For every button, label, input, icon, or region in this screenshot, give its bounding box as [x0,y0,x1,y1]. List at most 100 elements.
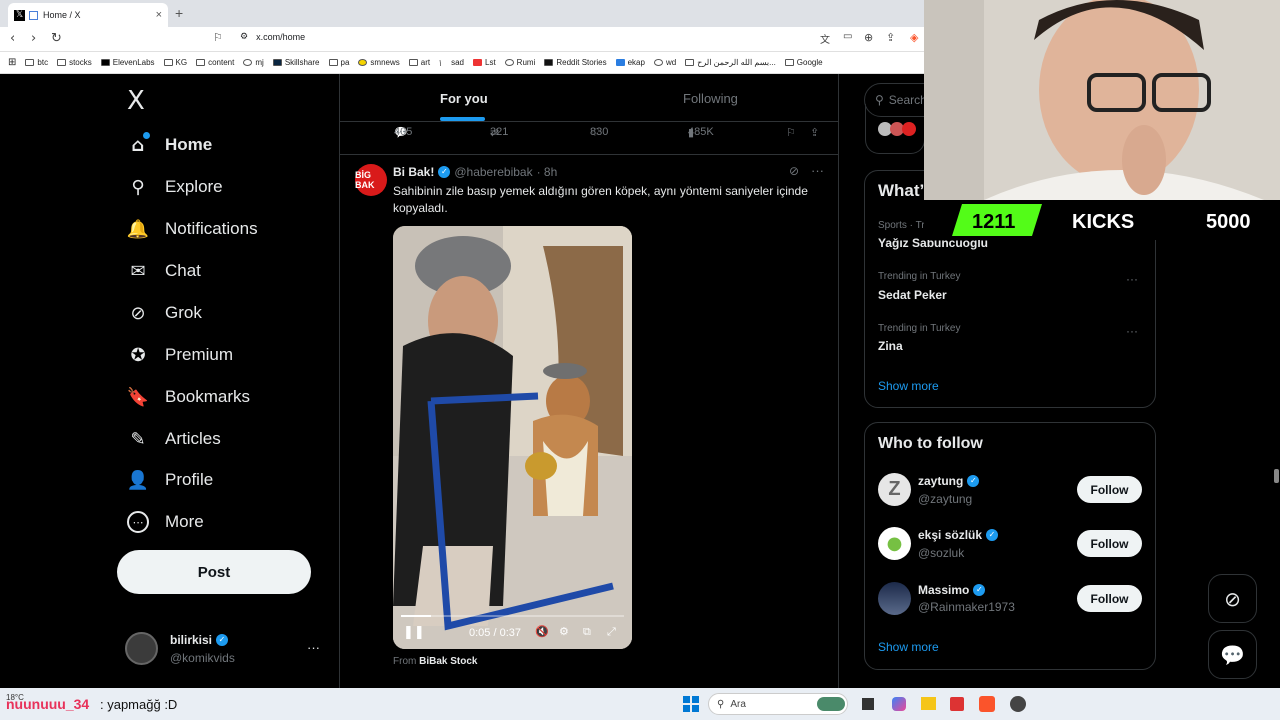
tweet-author-name[interactable]: Bi Bak! [393,165,434,179]
bookmark-item[interactable]: Reddit Stories [544,58,607,67]
translate-icon[interactable]: 文 [820,31,830,46]
bookmark-item[interactable]: content [196,58,234,67]
bookmark-item[interactable]: Skillshare [272,58,320,67]
nav-more[interactable]: ⋯ More [127,511,204,533]
taskbar-search-input[interactable]: ⚲ Ara [708,693,848,715]
reload-icon[interactable]: ↻ [51,31,62,46]
follow-suggestion-handle: @zaytung [918,492,973,506]
avatar[interactable] [878,582,911,615]
nav-bookmarks[interactable]: 🔖 Bookmarks [127,386,250,408]
avatar[interactable]: ● [878,527,911,560]
windows-start-icon[interactable] [683,696,699,712]
post-button[interactable]: Post [117,550,311,594]
trends-show-more[interactable]: Show more [878,379,939,393]
back-icon[interactable]: ‹ [10,31,15,46]
video-time: 0:05 / 0:37 [469,627,521,639]
trend-name[interactable]: Sedat Peker [878,288,947,302]
cast-icon[interactable]: ▭ [843,31,852,42]
home-notification-dot [143,132,150,139]
grok-float-icon[interactable]: ⊘ [1208,574,1257,623]
account-switcher[interactable]: bilirkisi ✓ @komikvids ··· [125,630,335,674]
who-to-follow-show-more[interactable]: Show more [878,640,939,654]
bookmark-item[interactable]: smnews [358,58,400,67]
bookmark-page-icon[interactable]: ⚐ [213,31,223,44]
nav-articles[interactable]: ✎ Articles [127,428,220,450]
copilot-icon[interactable] [892,697,906,711]
tweet-author-handle[interactable]: @haberebibak [454,165,532,179]
follow-button[interactable]: Follow [1077,476,1142,503]
brave-browser-icon[interactable] [979,696,995,712]
nav-profile[interactable]: 👤 Profile [127,469,213,491]
bookmark-item[interactable]: \ sad [439,58,464,68]
site-info-icon[interactable]: ⚙ [240,32,248,42]
bookmark-item[interactable]: Lst [473,58,496,67]
grok-icon[interactable]: ⊘ [789,164,799,178]
bookmark-item[interactable]: wd [653,58,676,67]
share-icon[interactable]: ⇪ [886,31,895,44]
account-menu-icon[interactable]: ··· [307,640,320,655]
x-logo-icon[interactable]: X [127,86,145,116]
follow-suggestion-name[interactable]: ekşi sözlük ✓ [918,528,999,542]
scrollbar-thumb[interactable] [1274,469,1279,483]
tab-following[interactable]: Following [683,91,738,106]
pause-icon[interactable]: ❚❚ [403,625,425,640]
tab-close-icon[interactable]: × [156,9,162,21]
bookmark-item[interactable]: stocks [57,58,92,67]
nav-explore[interactable]: ⚲ Explore [127,176,222,198]
new-tab-button[interactable]: + [175,5,183,21]
bookmark-item[interactable]: Google [784,58,823,67]
share-icon[interactable]: ⇪ [810,126,819,139]
webcam-frame [924,0,1280,200]
nav-premium[interactable]: ✪ Premium [127,344,233,366]
task-view-icon[interactable] [862,698,874,710]
video-progress-track[interactable] [401,615,624,617]
trend-more-icon[interactable]: ··· [1126,272,1138,286]
apps-grid-icon[interactable]: ⊞ [8,57,16,68]
nav-home[interactable]: ⌂ Home [127,132,212,156]
bookmark-item[interactable]: pa [328,58,349,67]
trend-name[interactable]: Zina [878,339,903,353]
tweet-video[interactable]: ❚❚ 0:05 / 0:37 🔇 ⚙ ⧉ ⤢ [393,226,632,649]
tab-title: Home / X [43,10,81,20]
bookmark-item[interactable]: ekap [615,58,645,67]
follow-button[interactable]: Follow [1077,530,1142,557]
zoom-icon[interactable]: ⊕ [864,31,873,44]
previous-tweet-actions: 💬 405 ⇄ 321 ♡ 830 ▮ 485K ⚐ ⇪ [394,126,820,139]
bookmark-item[interactable]: btc [25,58,48,67]
follow-suggestion-name[interactable]: zaytung ✓ [918,474,980,488]
messages-float-icon[interactable]: 💬 [1208,630,1257,679]
avatar[interactable]: Z [878,473,911,506]
kicks-goal: 5000 [1206,211,1251,233]
bookmark-item[interactable]: بسم الله الرحمن الرح... [685,58,776,67]
bookmark-icon[interactable]: ⚐ [786,126,796,139]
bell-icon: 🔔 [126,218,150,240]
bookmark-item[interactable]: Rumi [504,58,535,67]
bookmark-item[interactable]: ElevenLabs [100,58,155,67]
nav-grok[interactable]: ⊘ Grok [127,302,201,324]
obs-icon[interactable] [1010,696,1026,712]
tweet-time[interactable]: · 8h [537,165,558,179]
webcam-overlay [924,0,1280,200]
follow-button[interactable]: Follow [1077,585,1142,612]
follow-suggestion-name[interactable]: Massimo ✓ [918,583,986,597]
video-source-link[interactable]: BiBak Stock [419,656,477,667]
bookmark-item[interactable]: art [408,58,430,67]
bookmark-item[interactable]: mj [243,58,264,67]
brave-shield-icon[interactable]: ◈ [910,31,918,44]
tweet-avatar[interactable]: BİG BAK [355,164,387,196]
tweet-more-icon[interactable]: ··· [811,163,824,178]
settings-icon[interactable]: ⚙ [559,625,569,638]
browser-tab[interactable]: 𝕏 Home / X × [8,3,168,27]
pip-icon[interactable]: ⧉ [583,625,591,639]
nav-chat[interactable]: ✉ Chat [127,260,200,282]
trend-more-icon[interactable]: ··· [1126,324,1138,338]
fullscreen-icon[interactable]: ⤢ [607,625,616,639]
address-bar[interactable]: ⚙ x.com/home [240,32,305,42]
nav-notifications[interactable]: 🔔 Notifications [127,218,258,240]
snipping-tool-icon[interactable] [950,697,964,711]
mute-icon[interactable]: 🔇 [535,625,549,638]
tab-for-you[interactable]: For you [440,91,488,106]
forward-icon[interactable]: › [31,31,36,46]
file-explorer-icon[interactable] [921,697,936,710]
bookmark-item[interactable]: KG [163,58,187,67]
